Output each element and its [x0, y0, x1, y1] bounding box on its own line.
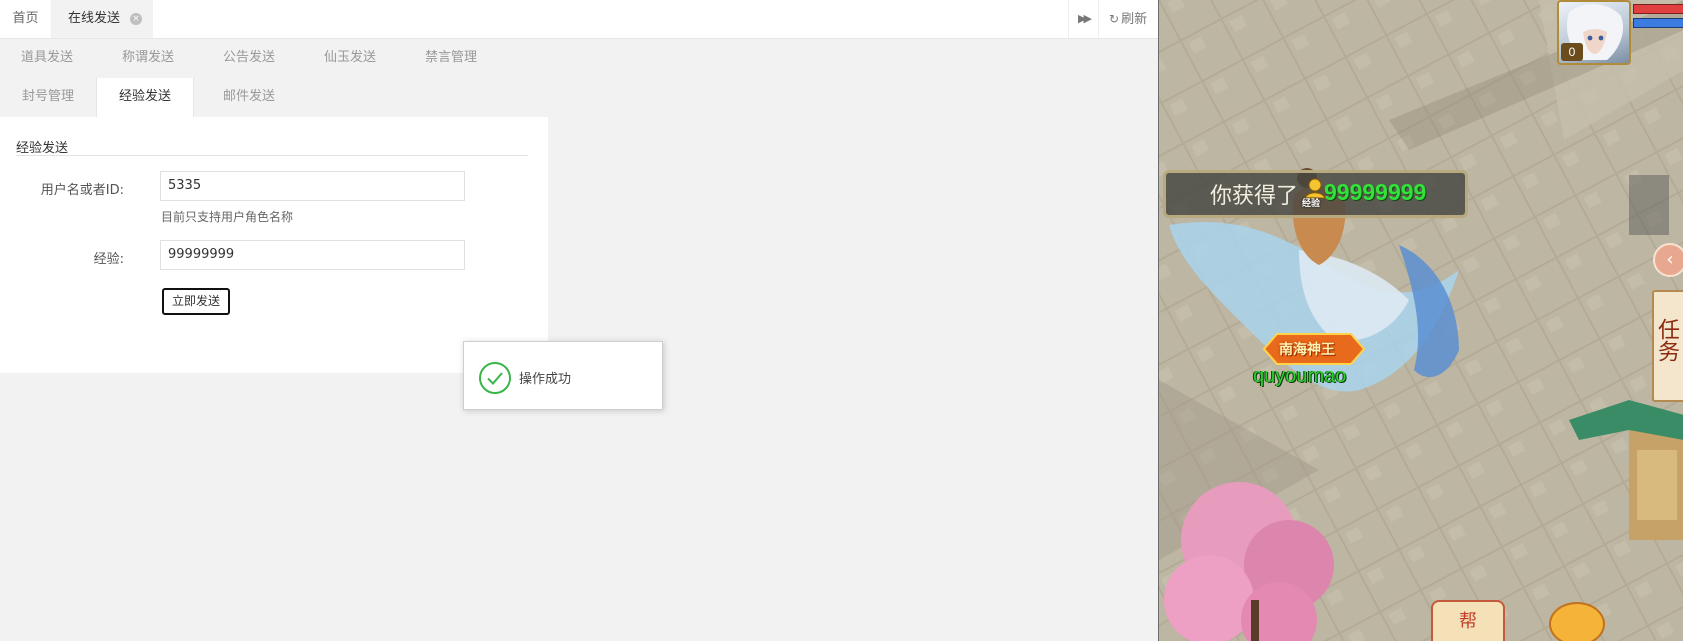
help-button[interactable]: 帮 — [1431, 600, 1505, 641]
subtab-title-send[interactable]: 称谓发送 — [94, 39, 202, 77]
admin-panel: 首页 在线发送 × ▶▶ ↻ 刷新 道具发送 称谓发送 公告发送 仙玉发送 禁言管… — [0, 0, 1158, 641]
player-avatar[interactable]: 0 — [1557, 0, 1631, 65]
tab-online-send-label: 在线发送 — [68, 11, 121, 26]
refresh-button[interactable]: ↻ 刷新 — [1098, 0, 1158, 38]
username-field[interactable]: 5335 — [160, 171, 465, 201]
form-divider — [16, 155, 528, 156]
subtab-notice-send[interactable]: 公告发送 — [202, 39, 296, 77]
player-name-label[interactable]: quyoumao — [1253, 365, 1346, 388]
reward-value: 99999999 — [1324, 179, 1427, 205]
close-icon[interactable]: × — [130, 13, 142, 25]
tab-online-send[interactable]: 在线发送 × — [52, 0, 153, 38]
subtab-mute-manage[interactable]: 禁言管理 — [404, 39, 498, 77]
game-view[interactable]: 0 你获得了 经验 99999999 南海神王 quyoumao ‹ 任务 帮 — [1158, 0, 1683, 641]
mp-bar — [1633, 18, 1683, 28]
success-toast: 操作成功 — [463, 341, 663, 410]
subtab-mail-send[interactable]: 邮件发送 — [202, 78, 296, 116]
subtab-ban-manage[interactable]: 封号管理 — [0, 78, 96, 116]
subtab-exp-send[interactable]: 经验发送 — [96, 78, 194, 118]
tab-home[interactable]: 首页 — [0, 0, 52, 38]
quest-label: 任务 — [1654, 318, 1679, 362]
subtab-jade-send[interactable]: 仙玉发送 — [296, 39, 404, 77]
send-now-button[interactable]: 立即发送 — [162, 288, 230, 315]
success-check-icon — [479, 362, 511, 394]
player-title-badge: 南海神王 — [1279, 342, 1335, 358]
top-tab-bar: 首页 在线发送 × ▶▶ ↻ 刷新 — [0, 0, 1158, 39]
reward-prefix: 你获得了 — [1210, 184, 1299, 209]
username-hint: 目前只支持用户角色名称 — [161, 210, 294, 224]
game-scene-background — [1159, 0, 1683, 641]
subtab-item-send[interactable]: 道具发送 — [0, 39, 94, 77]
exp-field[interactable]: 99999999 — [160, 240, 465, 270]
username-label: 用户名或者ID: — [40, 183, 124, 198]
double-chevron-right-icon[interactable]: ▶▶ — [1068, 0, 1098, 38]
exp-label: 经验: — [93, 252, 124, 267]
refresh-label: 刷新 — [1121, 12, 1148, 27]
toast-message: 操作成功 — [519, 372, 572, 387]
side-panel-toggle-icon[interactable]: ‹ — [1653, 243, 1683, 277]
hp-bar — [1633, 4, 1683, 14]
exp-send-form: 经验发送 用户名或者ID: 5335 目前只支持用户角色名称 经验: 99999… — [0, 117, 548, 373]
emote-icon[interactable] — [1549, 602, 1605, 641]
exp-icon-label: 经验 — [1302, 199, 1321, 209]
avatar-level-badge: 0 — [1561, 43, 1583, 61]
form-title: 经验发送 — [16, 141, 69, 156]
refresh-icon: ↻ — [1109, 12, 1120, 26]
